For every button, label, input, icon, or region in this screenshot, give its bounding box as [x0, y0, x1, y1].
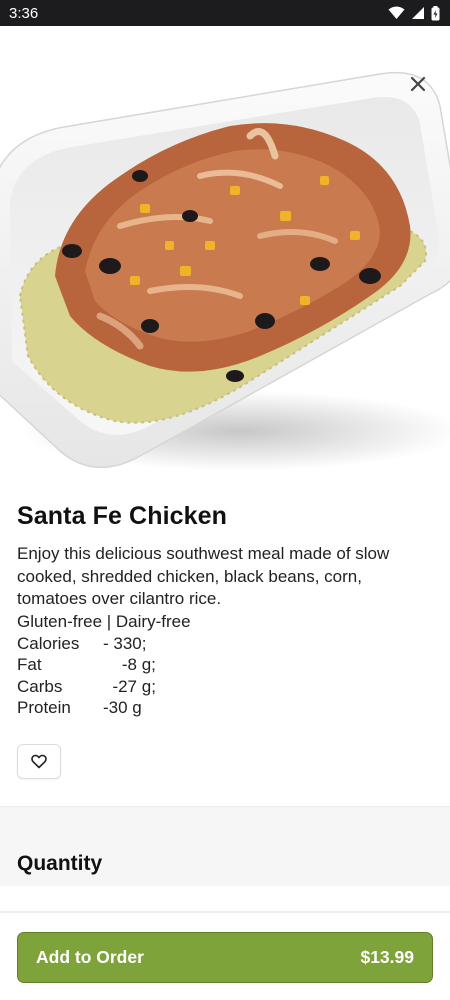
favorite-button[interactable] — [17, 744, 61, 779]
nutrition-label: Calories — [17, 633, 80, 653]
battery-icon — [431, 5, 440, 20]
quantity-title: Quantity — [17, 852, 103, 875]
divider — [0, 911, 450, 913]
status-bar: 3:36 — [0, 0, 450, 26]
wifi-icon — [388, 6, 405, 19]
add-to-order-label: Add to Order — [36, 947, 144, 967]
order-price: $13.99 — [360, 947, 414, 967]
nutrition-row-protein: Protein -30 g — [17, 697, 433, 719]
nutrition-label: Carbs — [17, 676, 63, 696]
nutrition-value: - 330; — [103, 633, 147, 653]
heart-icon — [31, 754, 47, 769]
add-to-order-button[interactable]: Add to Order $13.99 — [17, 932, 433, 983]
status-icons — [388, 5, 440, 21]
nutrition-value: -8 g; — [103, 655, 156, 674]
nutrition-row-calories: Calories - 330; — [17, 633, 433, 655]
food-image — [0, 26, 450, 488]
nutrition-label: Fat — [17, 655, 42, 674]
signal-icon — [412, 7, 424, 19]
nutrition-value: -30 g — [103, 698, 142, 717]
nutrition-label: Protein — [17, 698, 71, 717]
status-time: 3:36 — [9, 4, 39, 22]
nutrition-info: Calories - 330; Fat -8 g; Carbs -27 g; P… — [17, 633, 433, 719]
close-icon — [410, 76, 426, 92]
close-button[interactable] — [404, 70, 432, 98]
item-title: Santa Fe Chicken — [17, 502, 227, 530]
dietary-tags: Gluten-free | Dairy-free — [17, 611, 191, 631]
item-details: Santa Fe Chicken Enjoy this delicious so… — [17, 502, 433, 719]
nutrition-value: -27 g; — [103, 676, 156, 696]
nutrition-row-fat: Fat -8 g; — [17, 654, 433, 676]
nutrition-row-carbs: Carbs -27 g; — [17, 676, 433, 698]
quantity-section: Quantity — [0, 806, 450, 886]
meal-photo — [0, 71, 450, 471]
item-description: Enjoy this delicious southwest meal made… — [17, 544, 390, 608]
